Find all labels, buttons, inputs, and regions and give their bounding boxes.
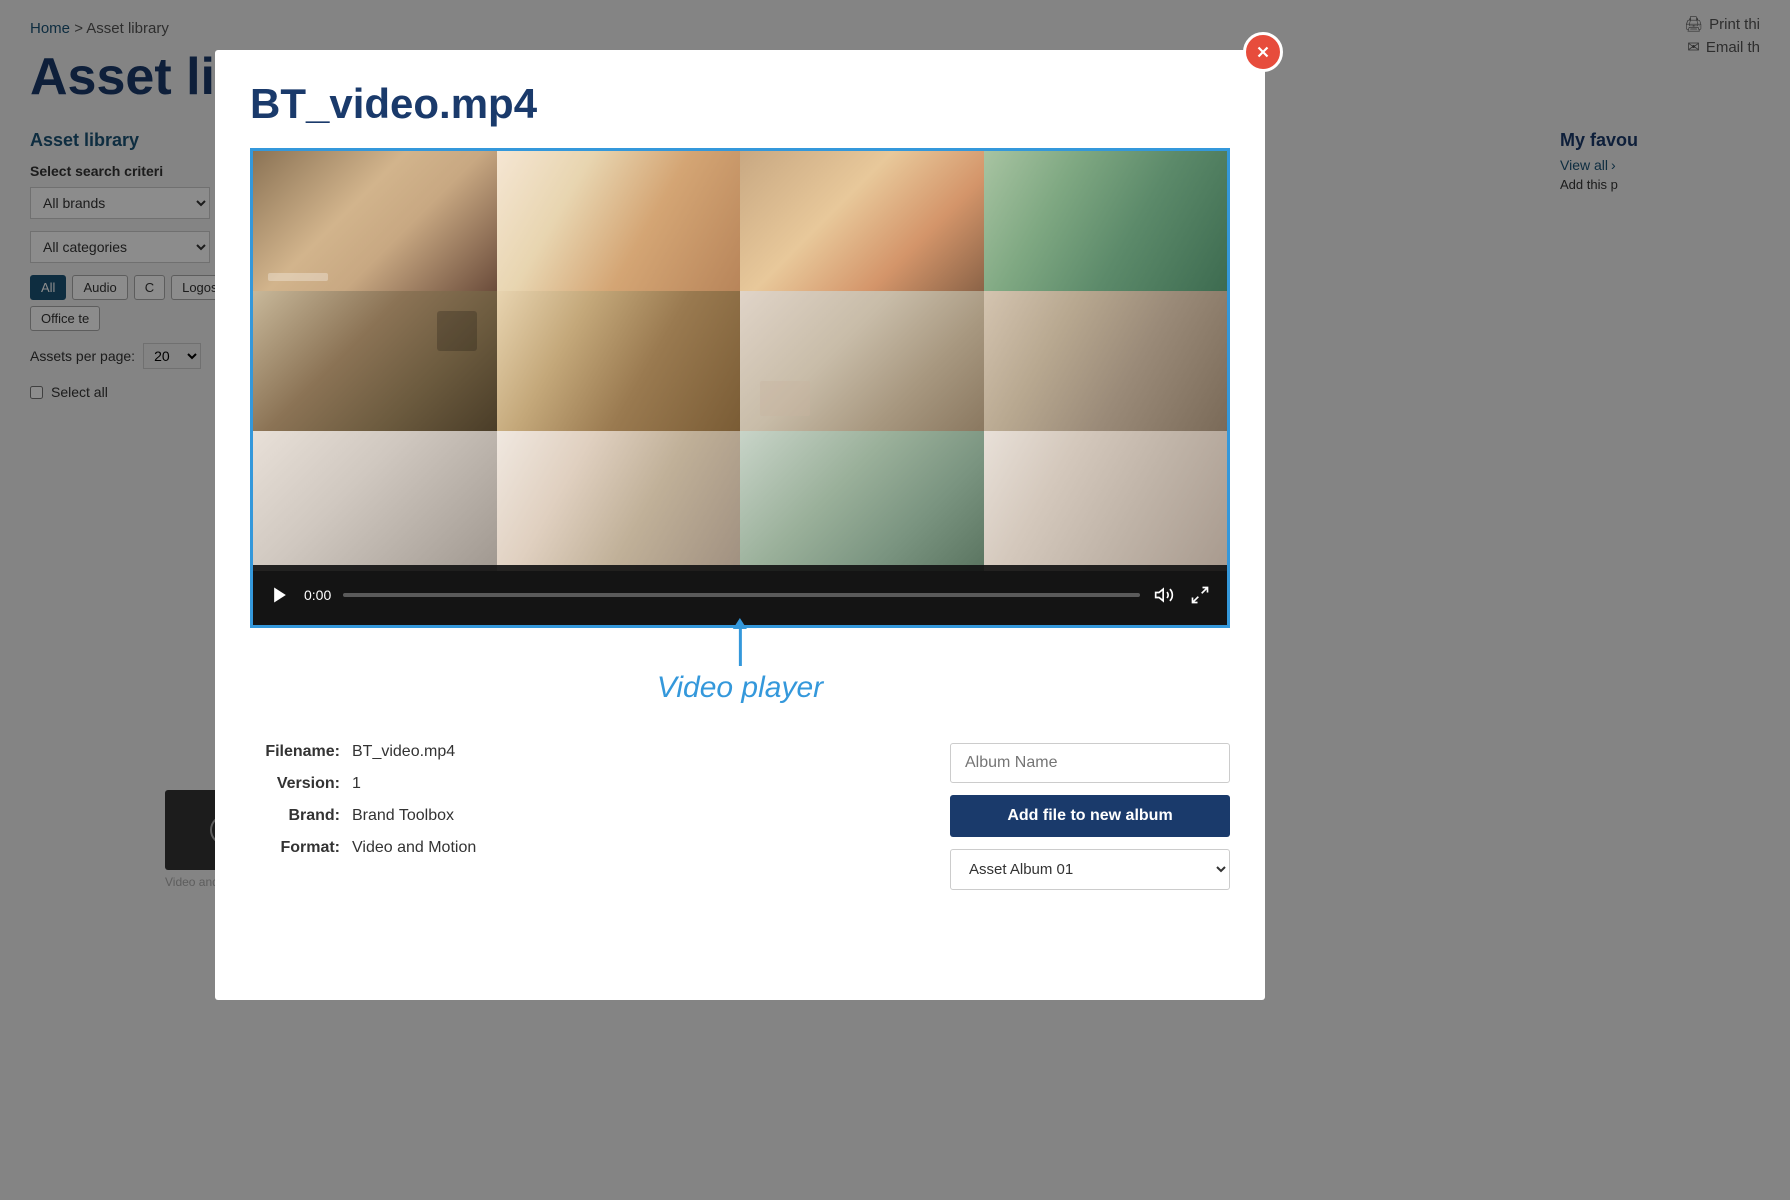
- modal-close-button[interactable]: [1243, 32, 1283, 72]
- brand-label: Brand:: [250, 807, 340, 825]
- video-cell-10: [497, 431, 741, 571]
- video-thumbnail-grid: [253, 151, 1227, 571]
- video-annotation-container: Video player: [250, 628, 1230, 723]
- file-details: Filename: BT_video.mp4 Version: 1 Brand:…: [250, 743, 920, 890]
- brand-value: Brand Toolbox: [352, 807, 454, 825]
- format-label: Format:: [250, 839, 340, 857]
- video-cell-8: [984, 291, 1228, 431]
- add-file-to-album-button[interactable]: Add file to new album: [950, 795, 1230, 837]
- video-cell-1: [253, 151, 497, 291]
- video-cell-4: [984, 151, 1228, 291]
- video-cell-3: [740, 151, 984, 291]
- video-progress-bar[interactable]: [343, 593, 1140, 597]
- video-cell-7: [740, 291, 984, 431]
- video-annotation: Video player: [657, 628, 823, 705]
- file-info-section: Filename: BT_video.mp4 Version: 1 Brand:…: [250, 743, 1230, 890]
- video-cell-5: [253, 291, 497, 431]
- album-select-dropdown[interactable]: Asset Album 01 Asset Album 02 Asset Albu…: [950, 849, 1230, 890]
- album-section: Add file to new album Asset Album 01 Ass…: [950, 743, 1230, 890]
- brand-row: Brand: Brand Toolbox: [250, 807, 920, 825]
- video-play-button[interactable]: [268, 583, 292, 607]
- video-time-display: 0:00: [304, 587, 331, 603]
- version-label: Version:: [250, 775, 340, 793]
- filename-label: Filename:: [250, 743, 340, 761]
- modal-dialog: BT_video.mp4 0:00: [215, 50, 1265, 1000]
- video-volume-button[interactable]: [1152, 583, 1176, 607]
- video-cell-12: [984, 431, 1228, 571]
- video-cell-6: [497, 291, 741, 431]
- video-fullscreen-button[interactable]: [1188, 583, 1212, 607]
- format-row: Format: Video and Motion: [250, 839, 920, 857]
- video-cell-9: [253, 431, 497, 571]
- video-cell-2: [497, 151, 741, 291]
- annotation-arrowhead: [733, 618, 747, 629]
- video-cell-11: [740, 431, 984, 571]
- album-name-input[interactable]: [950, 743, 1230, 783]
- version-row: Version: 1: [250, 775, 920, 793]
- filename-row: Filename: BT_video.mp4: [250, 743, 920, 761]
- version-value: 1: [352, 775, 361, 793]
- annotation-label: Video player: [657, 671, 823, 705]
- video-player[interactable]: 0:00: [250, 148, 1230, 628]
- format-value: Video and Motion: [352, 839, 476, 857]
- modal-title: BT_video.mp4: [250, 80, 1230, 128]
- annotation-arrow-line: [738, 628, 741, 666]
- close-icon: [1254, 43, 1272, 61]
- video-controls-bar: 0:00: [253, 565, 1227, 625]
- filename-value: BT_video.mp4: [352, 743, 455, 761]
